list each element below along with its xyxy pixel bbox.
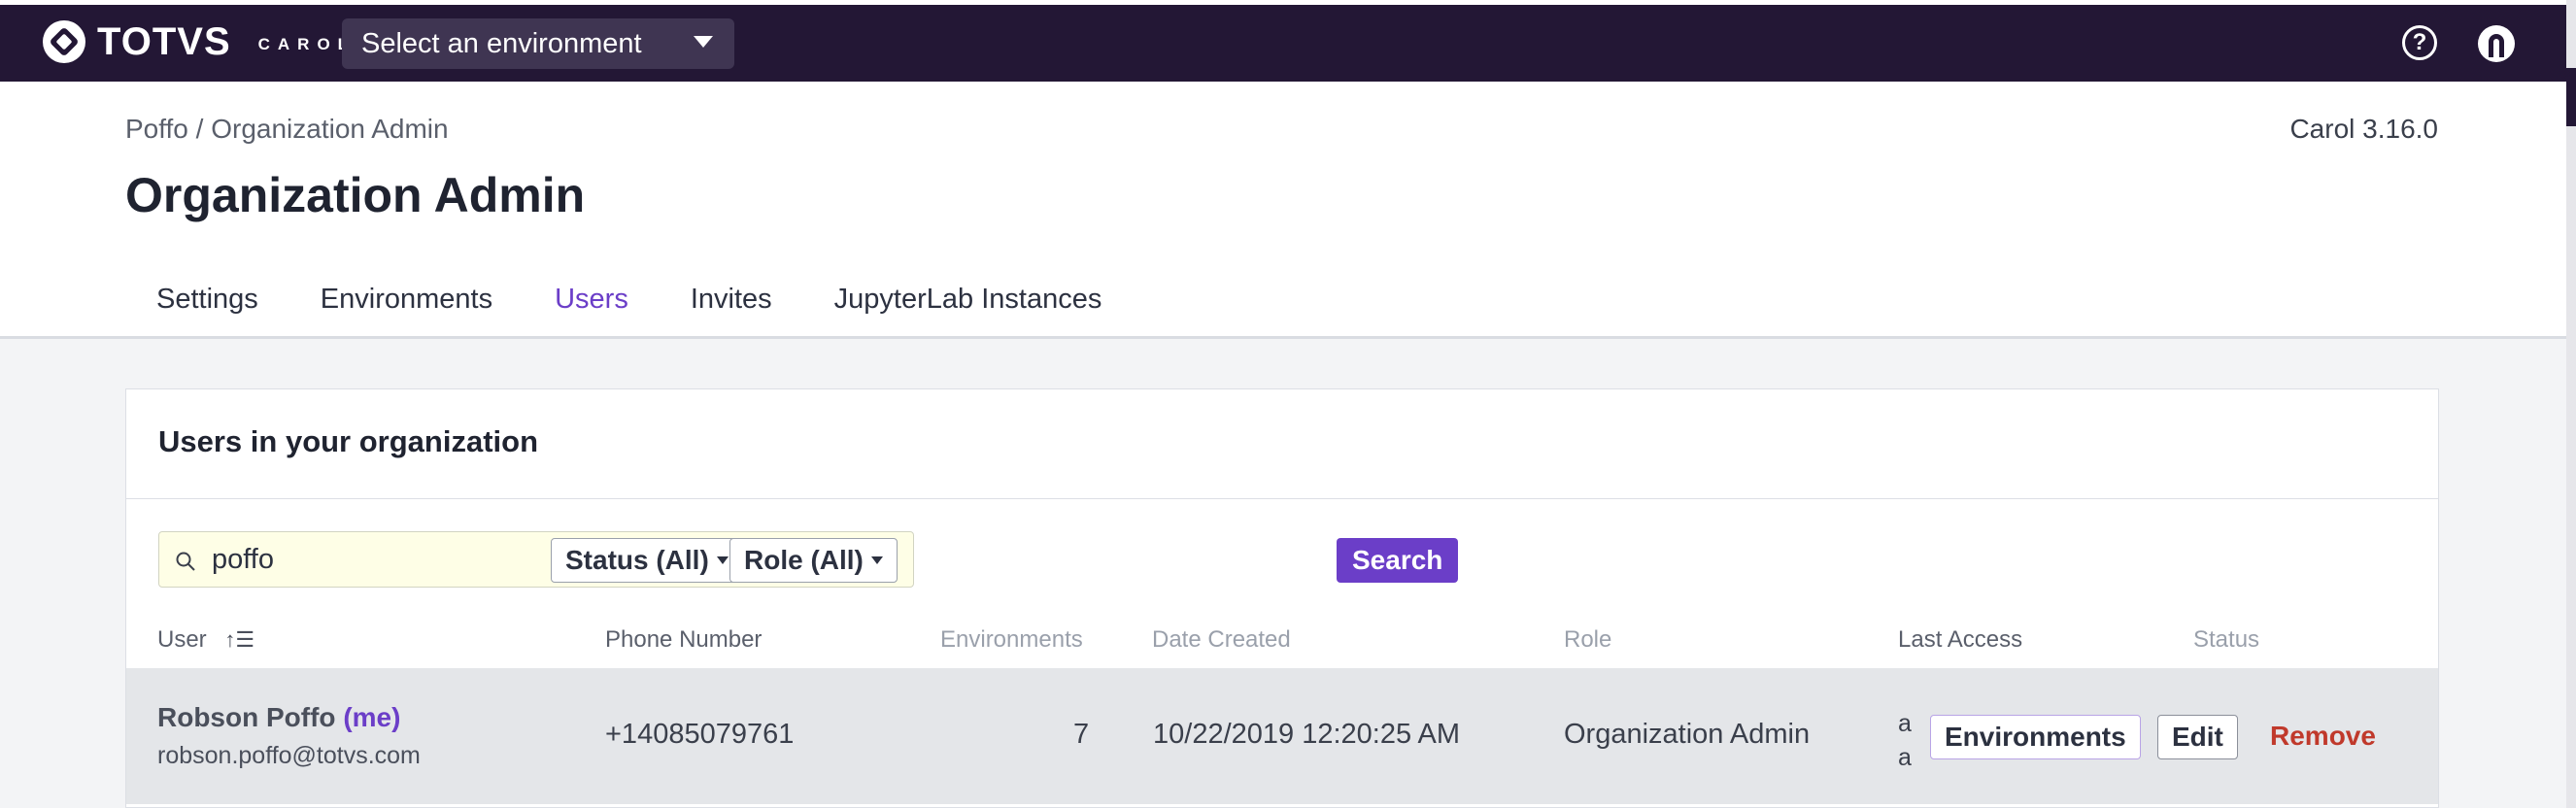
edit-button[interactable]: Edit	[2157, 715, 2238, 759]
column-header-last-access: Last Access	[1898, 626, 2023, 653]
users-card: Users in your organization Status (All) …	[125, 388, 2439, 808]
caret-down-icon	[716, 556, 729, 564]
remove-link[interactable]: Remove	[2270, 721, 2376, 752]
status-filter-dropdown[interactable]: Status (All)	[551, 538, 743, 583]
environments-button[interactable]: Environments	[1930, 715, 2141, 759]
tab-users[interactable]: Users	[524, 274, 660, 345]
help-icon[interactable]: ?	[2402, 25, 2437, 60]
role-filter-label: Role (All)	[744, 545, 864, 575]
last-access-line-2: a	[1898, 744, 1912, 771]
environment-select[interactable]: Select an environment	[342, 18, 734, 69]
column-header-role: Role	[1564, 626, 1612, 653]
user-name-text: Robson Poffo	[157, 702, 336, 732]
role-filter-dropdown[interactable]: Role (All)	[729, 538, 898, 583]
brand-subname: CAROL	[257, 35, 356, 53]
sort-ascending-icon[interactable]: ↑☰	[224, 627, 254, 653]
search-button[interactable]: Search	[1337, 538, 1459, 583]
tab-settings[interactable]: Settings	[125, 274, 289, 341]
tab-invites[interactable]: Invites	[660, 274, 803, 341]
caret-down-icon	[870, 556, 883, 564]
tab-environments[interactable]: Environments	[289, 274, 524, 341]
column-header-user[interactable]: User ↑☰	[157, 626, 254, 654]
table-row: Robson Poffo (me) robson.poffo@totvs.com…	[126, 668, 2438, 804]
brand-logo[interactable]: TOTVS CAROL	[41, 18, 356, 65]
column-header-date-created: Date Created	[1152, 626, 1291, 653]
last-access: a a	[1898, 707, 1912, 775]
top-navbar: TOTVS CAROL Select an environment ?	[0, 5, 2566, 82]
column-header-phone: Phone Number	[605, 626, 763, 653]
status-filter-label: Status (All)	[565, 545, 709, 575]
totvs-logo-icon	[43, 20, 85, 63]
column-header-environments: Environments	[940, 626, 1083, 653]
brand-name: TOTVS	[97, 19, 231, 63]
card-divider	[126, 498, 2438, 499]
user-role: Organization Admin	[1564, 719, 1811, 750]
me-badge: (me)	[343, 702, 401, 732]
card-title: Users in your organization	[158, 424, 539, 458]
phone-number: +14085079761	[605, 719, 795, 750]
user-avatar-icon[interactable]	[2477, 24, 2516, 63]
date-created: 10/22/2019 12:20:25 AM	[1153, 719, 1461, 750]
search-icon	[176, 552, 195, 571]
breadcrumb[interactable]: Poffo / Organization Admin	[125, 114, 449, 145]
environments-count: 7	[1073, 719, 1090, 750]
tab-jupyterlab-instances[interactable]: JupyterLab Instances	[803, 274, 1134, 341]
caret-down-icon	[694, 36, 713, 48]
column-header-status: Status	[2193, 626, 2260, 653]
tab-bar: Settings Environments Users Invites Jupy…	[125, 274, 1134, 345]
page-scrollbar-thumb[interactable]	[2566, 68, 2576, 126]
user-email: robson.poffo@totvs.com	[157, 742, 421, 769]
user-name: Robson Poffo (me)	[157, 702, 400, 733]
environment-select-label: Select an environment	[361, 27, 642, 59]
column-header-user-label: User	[157, 626, 207, 653]
version-label: Carol 3.16.0	[2289, 114, 2438, 144]
page-title: Organization Admin	[125, 168, 586, 222]
last-access-line-1: a	[1898, 710, 1912, 737]
